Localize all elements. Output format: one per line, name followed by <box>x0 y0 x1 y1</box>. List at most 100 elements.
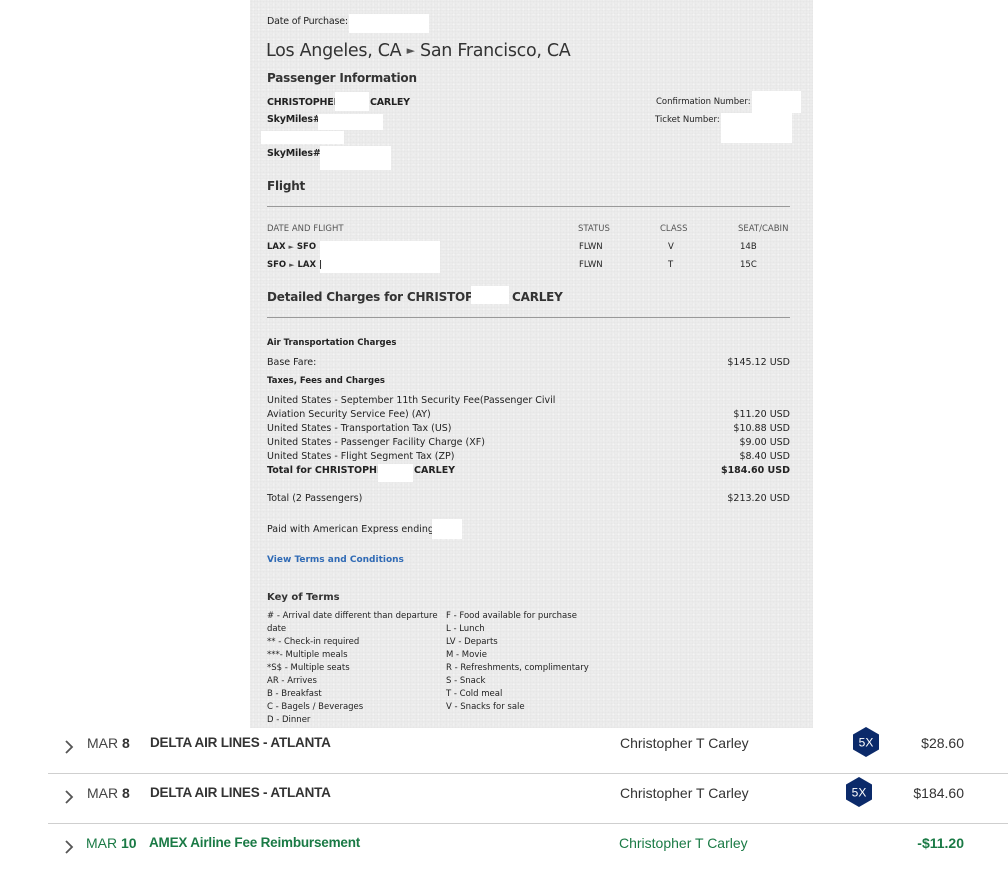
flight-seat: 15C <box>740 260 757 270</box>
passenger-total-amount: $184.60 USD <box>720 465 790 476</box>
tax-amount: $11.20 USD <box>733 409 790 420</box>
tax-amount: $10.88 USD <box>733 423 790 434</box>
transaction-cardmember: Christopher T Carley <box>620 785 749 801</box>
transaction-description[interactable]: DELTA AIR LINES - ATLANTA <box>150 785 331 800</box>
redacted-skymiles-1 <box>318 114 383 130</box>
total-passengers-label: Total (2 Passengers) <box>267 493 363 504</box>
redacted-middle-name <box>378 464 413 482</box>
skymiles-label-1: SkyMiles#: <box>267 114 325 125</box>
redacted-middle-name <box>471 286 509 304</box>
air-transport-label: Air Transportation Charges <box>267 338 397 348</box>
flight-class: V <box>668 242 674 252</box>
transaction-cardmember: Christopher T Carley <box>619 835 748 851</box>
confirmation-number-label: Confirmation Number: <box>656 97 751 107</box>
key-term: F - Food available for purchase <box>446 611 577 621</box>
key-term: ** - Check-in required <box>267 637 360 647</box>
route-arrow-icon: ► <box>406 44 415 57</box>
taxes-label: Taxes, Fees and Charges <box>267 376 385 386</box>
transaction-date: MAR 8 <box>87 735 130 751</box>
arrow-icon: ► <box>289 261 295 269</box>
key-term: L - Lunch <box>446 624 485 634</box>
key-term: # - Arrival date different than departur… <box>267 611 438 621</box>
charges-heading-prefix: Detailed Charges for CHRISTOPHER <box>267 290 501 304</box>
flight-origin: SFO <box>267 260 287 270</box>
key-term: *S$ - Multiple seats <box>267 663 350 673</box>
transaction-cardmember: Christopher T Carley <box>620 735 749 751</box>
flight-origin: LAX <box>267 242 286 252</box>
transaction-amount: $28.60 <box>921 735 964 751</box>
ticket-number-label: Ticket Number: <box>655 115 720 125</box>
key-term: R - Refreshments, complimentary <box>446 663 589 673</box>
transaction-row[interactable]: MAR 8 DELTA AIR LINES - ATLANTA Christop… <box>48 723 1008 774</box>
passenger1-first-name: CHRISTOPHER <box>267 97 341 108</box>
rewards-5x-badge: 5X <box>853 727 879 757</box>
redacted-date <box>349 14 429 33</box>
key-of-terms-heading: Key of Terms <box>267 592 340 603</box>
date-of-purchase-label: Date of Purchase: <box>267 16 348 27</box>
chevron-right-icon[interactable] <box>62 837 76 857</box>
key-terms-right: F - Food available for purchase L - Lunc… <box>446 610 589 714</box>
flight-class: T <box>668 260 674 270</box>
skymiles-label-2: SkyMiles#: <box>267 148 325 159</box>
transaction-date: MAR 10 <box>86 835 137 851</box>
rewards-5x-badge: 5X <box>846 777 872 807</box>
tax-amount: $9.00 USD <box>739 437 790 448</box>
flight-status: FLWN <box>579 242 603 252</box>
passenger-info-heading: Passenger Information <box>267 71 417 85</box>
col-date-and-flight: DATE AND FLIGHT <box>267 224 344 234</box>
key-term: ***- Multiple meals <box>267 650 348 660</box>
flight-seat: 14B <box>740 242 757 252</box>
route-title: Los Angeles, CA ► San Francisco, CA <box>266 41 571 61</box>
transaction-description[interactable]: DELTA AIR LINES - ATLANTA <box>150 735 331 750</box>
base-fare-amount: $145.12 USD <box>727 357 790 368</box>
divider <box>267 206 790 207</box>
redacted-flight-details <box>320 241 440 273</box>
total-for-suffix: CARLEY <box>414 465 456 476</box>
passenger1-last-name: CARLEY <box>370 97 410 108</box>
separator: | <box>319 260 323 270</box>
key-term: T - Cold meal <box>446 689 503 699</box>
chevron-right-icon[interactable] <box>62 787 76 807</box>
charges-heading: Detailed Charges for CHRISTOPHER <box>267 290 501 304</box>
view-terms-link[interactable]: View Terms and Conditions <box>267 555 404 565</box>
svg-text:5X: 5X <box>859 736 874 750</box>
col-class: CLASS <box>660 224 688 234</box>
transaction-date: MAR 8 <box>87 785 130 801</box>
col-seat-cabin: SEAT/CABIN <box>738 224 789 234</box>
key-term: B - Breakfast <box>267 689 322 699</box>
transaction-amount: -$11.20 <box>917 835 964 851</box>
route-destination: San Francisco, CA <box>420 41 571 61</box>
chevron-right-icon[interactable] <box>62 737 76 757</box>
arrow-icon: ► <box>288 243 294 251</box>
transaction-row[interactable]: MAR 8 DELTA AIR LINES - ATLANTA Christop… <box>48 773 1008 824</box>
key-term: C - Bagels / Beverages <box>267 702 364 712</box>
flight-receipt: Date of Purchase: Los Angeles, CA ► San … <box>250 0 813 728</box>
key-term: V - Snacks for sale <box>446 702 525 712</box>
col-status: STATUS <box>578 224 610 234</box>
divider <box>267 317 790 318</box>
redacted-card-digits <box>432 519 462 539</box>
charges-heading-suffix: CARLEY <box>512 290 563 304</box>
base-fare-label: Base Fare: <box>267 357 317 368</box>
redacted-middle-name <box>335 92 369 111</box>
key-term: LV - Departs <box>446 637 498 647</box>
redacted-skymiles-2 <box>320 146 391 170</box>
flight-heading: Flight <box>267 179 306 193</box>
route-origin: Los Angeles, CA <box>266 41 402 61</box>
key-terms-left: # - Arrival date different than departur… <box>267 610 438 727</box>
total-passengers-amount: $213.20 USD <box>727 493 790 504</box>
transaction-amount: $184.60 <box>913 785 964 801</box>
paid-with-label: Paid with American Express ending <box>267 524 434 535</box>
transaction-row[interactable]: MAR 10 AMEX Airline Fee Reimbursement Ch… <box>48 823 1008 873</box>
key-term: AR - Arrives <box>267 676 317 686</box>
transaction-description[interactable]: AMEX Airline Fee Reimbursement <box>149 835 360 850</box>
flight-status: FLWN <box>579 260 603 270</box>
total-for-prefix: Total for CHRISTOPHER <box>267 465 391 476</box>
tax-amount: $8.40 USD <box>739 451 790 462</box>
key-term: date <box>267 624 287 634</box>
svg-text:5X: 5X <box>852 786 867 800</box>
redacted-confirmation-number <box>752 91 801 113</box>
flight-destination: SFO <box>296 242 317 252</box>
redacted-ticket-number <box>721 113 792 143</box>
flight-destination: LAX <box>297 260 317 270</box>
